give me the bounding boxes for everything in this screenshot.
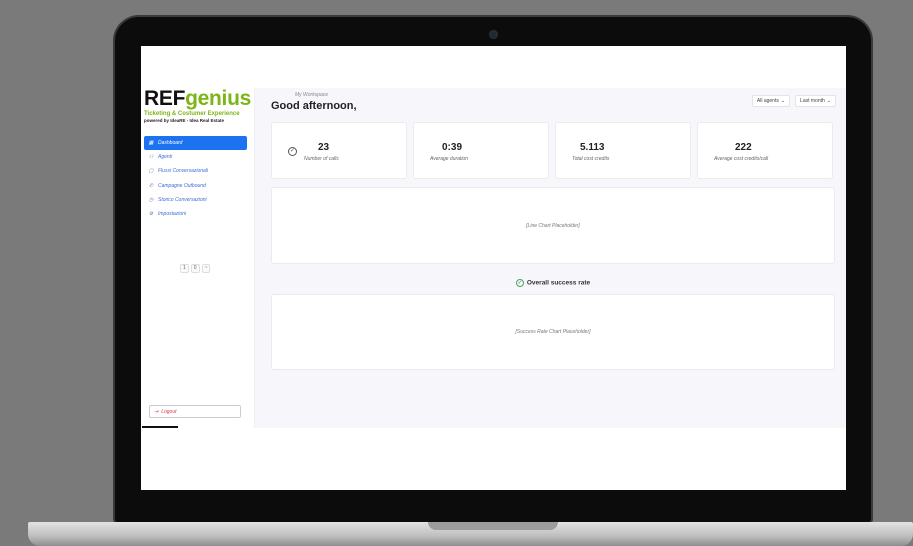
success-rate-title: Overall success rate — [526, 279, 591, 287]
pager-next[interactable]: ~ — [201, 264, 211, 273]
stats-row: ✓ 23 Number of calls 0:39 Average durati… — [271, 122, 833, 179]
brand-name-genius: genius — [185, 87, 251, 110]
sidebar-item-label: Impostazioni — [158, 210, 187, 217]
period-filter-dropdown[interactable]: Last month ⌄ — [795, 95, 836, 107]
sidebar-item-campagne[interactable]: ✆ Campagne Outbound — [144, 179, 247, 193]
stat-card-calls: ✓ 23 Number of calls — [271, 122, 407, 179]
line-chart-card: [Line Chart Placeholder] — [271, 187, 835, 264]
grid-icon: ▦ — [148, 140, 154, 146]
brand-powered-by: powered by IdeaRE - Idea Real Estate — [144, 118, 225, 123]
brand-name: REFgenius — [144, 88, 251, 110]
period-filter-label: Last month — [800, 98, 825, 104]
pager-prev[interactable]: 1 — [180, 264, 189, 273]
stat-card-total-cost: 5.113 Total cost credits — [555, 122, 691, 179]
clock-icon: ◷ — [148, 196, 154, 203]
webcam-icon — [489, 30, 498, 39]
sidebar-nav: ▦ Dashboard ⚇ Agenti ▢ Flussi Conversazi… — [144, 136, 247, 221]
stat-value: 0:39 — [442, 142, 463, 153]
agents-filter-dropdown[interactable]: All agents ⌄ — [751, 95, 791, 107]
laptop-base-notch — [428, 522, 558, 530]
sidebar-item-impostazioni[interactable]: ⚙ Impostazioni — [144, 207, 247, 221]
laptop-screen: REFgenius Ticketing & Costumer Experienc… — [141, 46, 846, 490]
sidebar-item-label: Agenti — [158, 154, 173, 161]
check-circle-icon: ✓ — [288, 147, 297, 156]
stat-label: Total cost credits — [572, 156, 610, 162]
stat-label: Number of calls — [304, 156, 339, 162]
line-chart-placeholder: [Line Chart Placeholder] — [526, 222, 580, 229]
brand-tagline: Ticketing & Costumer Experience — [144, 111, 240, 117]
pager: 1 0 ~ — [180, 264, 211, 273]
logout-icon: ⇥ — [154, 408, 159, 415]
gear-icon: ⚙ — [148, 210, 154, 217]
sidebar-item-label: Flussi Conversazionali — [158, 168, 209, 175]
main-content: My Workspace Good afternoon, All agents … — [255, 88, 846, 428]
stat-card-duration: 0:39 Average duration — [413, 122, 549, 179]
phone-icon: ✆ — [148, 182, 154, 189]
flow-icon: ▢ — [148, 168, 154, 175]
logout-button[interactable]: ⇥ Logout — [149, 405, 241, 418]
chevron-down-icon: ⌄ — [780, 98, 786, 104]
sidebar-item-label: Storico Conversazioni — [158, 196, 207, 203]
stat-value: 5.113 — [580, 142, 605, 153]
success-rate-heading: ✓ Overall success rate — [271, 279, 835, 287]
sidebar: REFgenius Ticketing & Costumer Experienc… — [141, 88, 255, 428]
success-rate-chart-card: [Success Rate Chart Placeholder] — [271, 294, 835, 370]
sidebar-item-label: Campagne Outbound — [158, 182, 206, 189]
check-circle-icon: ✓ — [515, 279, 524, 287]
sidebar-item-storico[interactable]: ◷ Storico Conversazioni — [144, 193, 247, 207]
stat-value: 23 — [318, 142, 330, 153]
brand-name-ref: REF — [144, 87, 186, 110]
sidebar-item-label: Dashboard — [158, 140, 183, 146]
brand-logo: REFgenius Ticketing & Costumer Experienc… — [144, 88, 251, 124]
success-chart-placeholder: [Success Rate Chart Placeholder] — [515, 329, 591, 335]
stat-value: 222 — [735, 142, 752, 153]
logout-label: Logout — [161, 408, 177, 415]
breadcrumb: My Workspace — [295, 92, 329, 98]
users-icon: ⚇ — [148, 154, 154, 161]
app-window: REFgenius Ticketing & Costumer Experienc… — [141, 88, 846, 428]
chevron-down-icon: ⌄ — [826, 98, 831, 104]
loading-progress-bar — [142, 426, 178, 428]
agents-filter-label: All agents — [756, 98, 779, 104]
stat-label: Average duration — [430, 156, 468, 162]
page-title: Good afternoon, — [271, 100, 357, 112]
stat-card-avg-cost: 222 Average cost credits/call — [697, 122, 833, 179]
sidebar-item-flussi[interactable]: ▢ Flussi Conversazionali — [144, 164, 247, 178]
sidebar-item-dashboard[interactable]: ▦ Dashboard — [144, 136, 247, 150]
pager-current[interactable]: 0 — [190, 264, 200, 273]
sidebar-item-agenti[interactable]: ⚇ Agenti — [144, 150, 247, 164]
filter-bar: All agents ⌄ Last month ⌄ — [751, 95, 836, 107]
stat-label: Average cost credits/call — [714, 156, 769, 162]
